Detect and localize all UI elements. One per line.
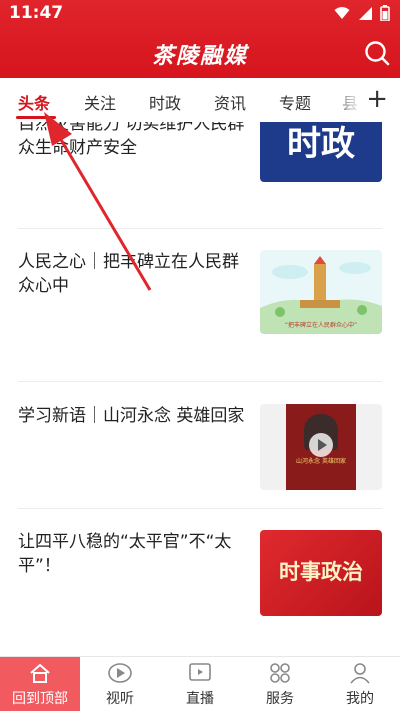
article-title[interactable]: 让四平八稳的“太平官”不“太平”！ (18, 530, 250, 578)
nav-label: 直播 (186, 691, 214, 707)
list-item[interactable]: 让四平八稳的“太平官”不“太平”！ 时事政治 (0, 528, 400, 618)
list-item[interactable]: 自然灾害能力 切实维护人民群众生命财产安全 时政 (0, 122, 400, 212)
divider (18, 228, 382, 229)
list-item[interactable]: 人民之心｜把丰碑立在人民群众心中 “把丰碑立在人民群众心中” (0, 248, 400, 336)
app-header: 11:47 茶陵融媒 (0, 0, 400, 78)
article-title[interactable]: 人民之心｜把丰碑立在人民群众心中 (18, 250, 250, 298)
search-icon[interactable] (364, 40, 390, 66)
article-thumbnail[interactable]: 时事政治 (260, 530, 382, 616)
profile-icon (350, 663, 370, 684)
tab-headlines[interactable]: 头条 (18, 90, 50, 114)
status-time: 11:47 (9, 3, 64, 23)
status-icons (334, 5, 390, 21)
article-title[interactable]: 学习新语｜山河永念 英雄回家 (18, 404, 250, 428)
divider (18, 508, 382, 509)
thumbnail-text: 时政 (287, 124, 355, 164)
app-title: 茶陵融媒 (151, 43, 248, 69)
nav-profile[interactable]: 我的 (320, 657, 400, 711)
thumbnail-text: 时事政治 (279, 559, 363, 584)
status-bar: 11:47 (0, 0, 400, 28)
list-item[interactable]: 学习新语｜山河永念 英雄回家 山河永念 英雄回家 (0, 402, 400, 492)
nav-label: 视听 (106, 691, 134, 707)
add-channel-button[interactable]: + (366, 84, 388, 114)
tab-fade (328, 78, 368, 122)
nav-back-to-top[interactable]: 回到顶部 (0, 657, 80, 711)
tab-topics[interactable]: 专题 (279, 90, 311, 114)
thumbnail-caption: “把丰碑立在人民群众心中” (284, 322, 358, 329)
play-icon[interactable] (308, 432, 334, 458)
tab-follow[interactable]: 关注 (84, 90, 116, 114)
battery-icon (380, 5, 390, 21)
tab-news[interactable]: 资讯 (214, 90, 246, 114)
nav-label: 我的 (346, 691, 374, 707)
nav-live[interactable]: 直播 (160, 657, 240, 711)
wifi-icon (334, 7, 350, 19)
article-thumbnail[interactable]: 山河永念 英雄回家 (260, 404, 382, 490)
play-icon (108, 663, 132, 683)
tab-politics[interactable]: 时政 (149, 90, 181, 114)
divider (18, 381, 382, 382)
home-icon (30, 663, 50, 683)
signal-icon (359, 7, 372, 20)
news-feed[interactable]: 自然灾害能力 切实维护人民群众生命财产安全 时政 人民之心｜把丰碑立在人民群众心… (0, 122, 400, 656)
nav-audio-video[interactable]: 视听 (80, 657, 160, 711)
article-thumbnail[interactable]: “把丰碑立在人民群众心中” (260, 250, 382, 334)
nav-label: 回到顶部 (12, 691, 68, 707)
channel-tabs: 头条 关注 时政 资讯 专题 县 + (0, 78, 400, 122)
bottom-nav: 回到顶部 视听 直播 服务 我的 (0, 656, 400, 711)
services-icon (270, 663, 290, 683)
article-title[interactable]: 自然灾害能力 切实维护人民群众生命财产安全 (18, 122, 250, 160)
nav-services[interactable]: 服务 (240, 657, 320, 711)
live-icon (189, 663, 211, 681)
article-thumbnail[interactable]: 时政 (260, 122, 382, 182)
nav-label: 服务 (266, 691, 294, 707)
active-tab-indicator (16, 116, 56, 119)
